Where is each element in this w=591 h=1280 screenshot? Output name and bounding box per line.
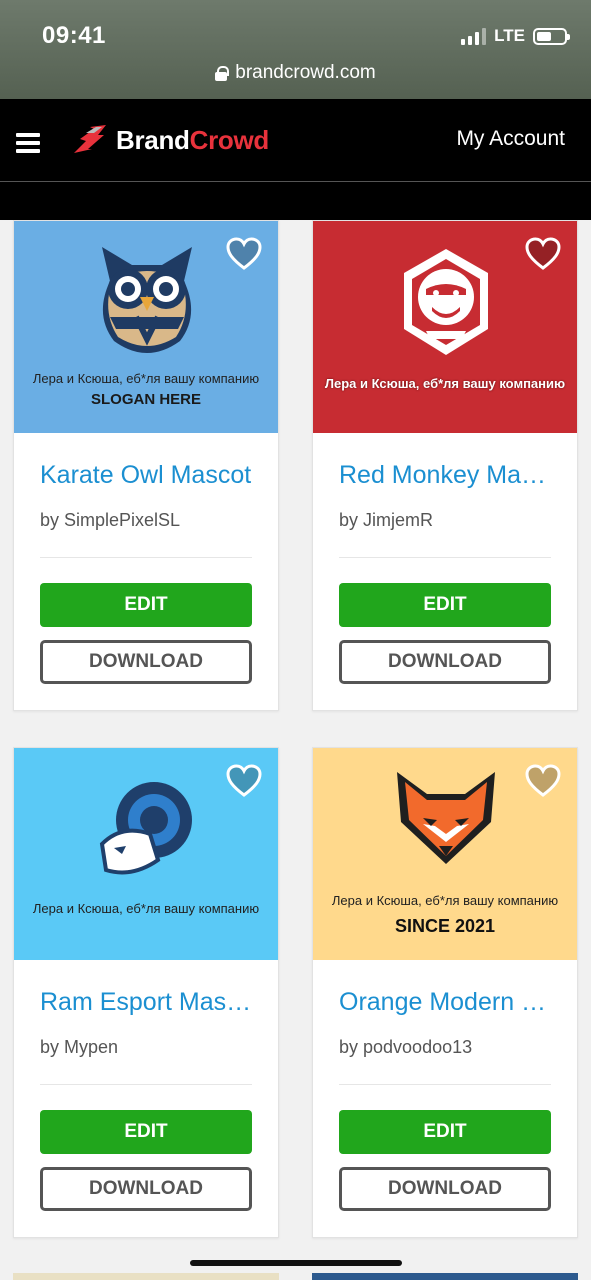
next-card-peek xyxy=(13,1273,279,1280)
monkey-mascot-icon xyxy=(404,249,488,355)
signal-icon xyxy=(461,27,487,45)
logo-author: by Mypen xyxy=(40,1037,119,1057)
logo-tagline: Лера и Ксюша, еб*ля вашу компанию xyxy=(324,376,566,391)
download-button[interactable]: DOWNLOAD xyxy=(339,1167,551,1211)
brandcrowd-logo[interactable]: BrandCrowd xyxy=(72,123,269,157)
card-divider xyxy=(339,557,551,558)
card-divider xyxy=(40,557,252,558)
fox-mascot-icon xyxy=(397,772,495,864)
logo-card[interactable]: Лера и Ксюша, еб*ля вашу компанию Ram Es… xyxy=(13,747,279,1238)
browser-chrome: 09:41 LTE brandcrowd.com xyxy=(0,0,591,99)
favorite-heart-icon[interactable] xyxy=(525,237,561,271)
lock-icon xyxy=(215,65,230,81)
edit-button[interactable]: EDIT xyxy=(40,1110,252,1154)
logo-slogan: SINCE 2021 xyxy=(394,916,496,936)
logo-author: by SimplePixelSL xyxy=(40,510,181,530)
home-indicator[interactable] xyxy=(190,1260,402,1266)
download-button[interactable]: DOWNLOAD xyxy=(339,640,551,684)
logo-tagline: Лера и Ксюша, еб*ля вашу компанию xyxy=(32,901,260,916)
network-type: LTE xyxy=(494,26,525,45)
download-button[interactable]: DOWNLOAD xyxy=(40,1167,252,1211)
logo-tagline: Лера и Ксюша, еб*ля вашу компанию xyxy=(331,893,559,908)
next-card-peek xyxy=(312,1273,578,1280)
download-button[interactable]: DOWNLOAD xyxy=(40,640,252,684)
header-divider xyxy=(0,181,591,182)
status-time: 09:41 xyxy=(42,22,106,49)
logo-card[interactable]: Лера и Ксюша, еб*ля вашу компанию SINCE … xyxy=(312,747,578,1238)
edit-button[interactable]: EDIT xyxy=(339,1110,551,1154)
logo-card[interactable]: Лера и Ксюша, еб*ля вашу компанию Red Mo… xyxy=(312,220,578,711)
favorite-heart-icon[interactable] xyxy=(226,764,262,798)
card-divider xyxy=(339,1084,551,1085)
logo-brand-text: Brand xyxy=(116,124,190,155)
edit-button[interactable]: EDIT xyxy=(339,583,551,627)
edit-button[interactable]: EDIT xyxy=(40,583,252,627)
logo-thumbnail[interactable]: Лера и Ксюша, еб*ля вашу компанию SINCE … xyxy=(313,748,577,960)
logo-thumbnail[interactable]: Лера и Ксюша, еб*ля вашу компанию xyxy=(14,748,278,960)
logo-thumbnail[interactable]: Лера и Ксюша, еб*ля вашу компанию xyxy=(313,221,577,433)
logo-author: by JimjemR xyxy=(339,510,434,530)
logo-thumbnail[interactable]: Лера и Ксюша, еб*ля вашу компанию SLOGAN… xyxy=(14,221,278,433)
logo-crowd-text: Crowd xyxy=(189,124,270,155)
logo-title-link[interactable]: Red Monkey Mas… xyxy=(339,461,551,490)
ram-mascot-icon xyxy=(99,782,192,875)
site-header: BrandCrowd My Account xyxy=(0,99,591,220)
card-divider xyxy=(40,1084,252,1085)
logo-tagline: Лера и Ксюша, еб*ля вашу компанию xyxy=(32,371,260,386)
address-bar[interactable]: brandcrowd.com xyxy=(0,62,591,84)
logo-title-link[interactable]: Orange Modern … xyxy=(339,988,551,1017)
logo-title-link[interactable]: Karate Owl Mascot xyxy=(40,461,252,490)
favorite-heart-icon[interactable] xyxy=(525,764,561,798)
menu-icon[interactable] xyxy=(16,133,40,153)
logo-mark-icon xyxy=(74,125,106,153)
url-text: brandcrowd.com xyxy=(235,62,376,83)
logo-title-link[interactable]: Ram Esport Masc… xyxy=(40,988,252,1017)
my-account-link[interactable]: My Account xyxy=(456,127,565,151)
status-indicators: LTE xyxy=(461,26,570,46)
logo-slogan: SLOGAN HERE xyxy=(90,391,201,408)
favorite-heart-icon[interactable] xyxy=(226,237,262,271)
logo-author: by podvoodoo13 xyxy=(339,1037,473,1057)
logo-card[interactable]: Лера и Ксюша, еб*ля вашу компанию SLOGAN… xyxy=(13,220,279,711)
battery-icon xyxy=(533,27,570,45)
owl-mascot-icon xyxy=(102,247,192,353)
